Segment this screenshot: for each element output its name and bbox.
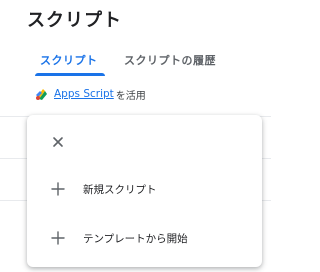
menu-close-button[interactable]	[27, 123, 262, 163]
apps-script-logo-icon	[34, 86, 50, 102]
active-tab-indicator	[35, 73, 105, 76]
tab-scripts[interactable]: スクリプト	[40, 52, 98, 68]
new-script-menu: 新規スクリプト テンプレートから開始	[27, 115, 262, 267]
start-from-template-label: テンプレートから開始	[83, 233, 188, 245]
plus-icon	[49, 180, 67, 198]
tab-bar: スクリプト スクリプトの履歴	[0, 44, 271, 76]
close-icon	[49, 133, 67, 151]
tab-script-history[interactable]: スクリプトの履歴	[124, 52, 216, 68]
apps-script-promo: Apps Script を活用	[34, 86, 146, 102]
new-script-label: 新規スクリプト	[83, 184, 157, 196]
apps-script-link[interactable]: Apps Script	[54, 88, 114, 100]
promo-suffix: を活用	[115, 90, 146, 102]
page-title: スクリプト	[27, 10, 122, 31]
new-script-item[interactable]: 新規スクリプト	[27, 170, 262, 210]
start-from-template-item[interactable]: テンプレートから開始	[27, 219, 262, 259]
plus-icon	[49, 229, 67, 247]
